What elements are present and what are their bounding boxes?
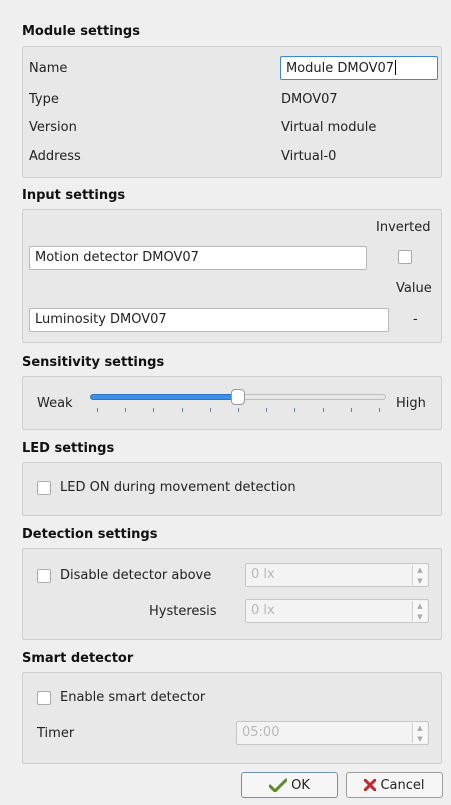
- led-settings-title: LED settings: [22, 441, 115, 456]
- module-name-value: Module DMOV07: [286, 61, 395, 76]
- slider-fill: [90, 394, 238, 400]
- ok-button-label: OK: [291, 777, 310, 793]
- led-checkbox[interactable]: [37, 481, 51, 495]
- sensitivity-weak-label: Weak: [37, 396, 73, 411]
- slider-handle[interactable]: [231, 389, 245, 405]
- input-settings-title: Input settings: [22, 188, 126, 203]
- module-settings-title: Module settings: [22, 24, 140, 39]
- motion-detector-value: Motion detector DMOV07: [35, 250, 199, 265]
- led-checkbox-label[interactable]: LED ON during movement detection: [60, 480, 296, 495]
- slider-tick: [323, 408, 324, 412]
- disable-detector-label[interactable]: Disable detector above: [60, 568, 211, 583]
- name-label: Name: [29, 61, 68, 76]
- motion-detector-input[interactable]: Motion detector DMOV07: [29, 246, 367, 270]
- spin-arrows[interactable]: ▲ ▼: [412, 565, 427, 585]
- cancel-button-label: Cancel: [380, 777, 425, 793]
- ok-button[interactable]: OK: [241, 772, 338, 798]
- hysteresis-value: 0 lx: [251, 603, 275, 618]
- luminosity-value: Luminosity DMOV07: [35, 312, 167, 327]
- spin-down-icon[interactable]: ▼: [413, 612, 427, 622]
- hysteresis-label: Hysteresis: [149, 604, 217, 619]
- timer-label: Timer: [37, 726, 75, 741]
- version-value: Virtual module: [281, 120, 377, 135]
- address-label: Address: [29, 149, 81, 164]
- slider-tick: [351, 408, 352, 412]
- cancel-x-icon: [364, 779, 377, 791]
- spin-up-icon[interactable]: ▲: [413, 565, 427, 575]
- cancel-button[interactable]: Cancel: [346, 772, 443, 798]
- smart-detector-checkbox[interactable]: [37, 691, 51, 705]
- ok-check-icon: [269, 778, 288, 792]
- spin-arrows[interactable]: ▲ ▼: [412, 723, 427, 743]
- timer-spinbox[interactable]: 05:00 ▲ ▼: [236, 721, 429, 745]
- value-label: Value: [396, 281, 432, 296]
- disable-detector-checkbox[interactable]: [37, 569, 51, 583]
- disable-threshold-value: 0 lx: [251, 567, 275, 582]
- smart-detector-group: [22, 672, 442, 764]
- slider-tick: [153, 408, 154, 412]
- version-label: Version: [29, 120, 77, 135]
- detection-settings-title: Detection settings: [22, 527, 158, 542]
- smart-detector-title: Smart detector: [22, 651, 134, 666]
- slider-tick: [266, 408, 267, 412]
- address-value: Virtual-0: [281, 149, 337, 164]
- spin-down-icon[interactable]: ▼: [413, 576, 427, 586]
- module-name-input[interactable]: Module DMOV07: [280, 56, 438, 80]
- spin-up-icon[interactable]: ▲: [413, 601, 427, 611]
- spin-up-icon[interactable]: ▲: [413, 723, 427, 733]
- slider-tick: [379, 408, 380, 412]
- luminosity-input[interactable]: Luminosity DMOV07: [29, 308, 389, 332]
- type-value: DMOV07: [281, 92, 338, 107]
- type-label: Type: [29, 92, 59, 107]
- sensitivity-slider[interactable]: [90, 388, 386, 418]
- inverted-checkbox[interactable]: [398, 250, 412, 264]
- detection-settings-group: [22, 548, 442, 640]
- sensitivity-high-label: High: [396, 396, 426, 411]
- slider-tick: [294, 408, 295, 412]
- disable-threshold-spinbox[interactable]: 0 lx ▲ ▼: [245, 563, 429, 587]
- slider-tick: [182, 408, 183, 412]
- spin-down-icon[interactable]: ▼: [413, 734, 427, 744]
- slider-tick: [210, 408, 211, 412]
- spin-arrows[interactable]: ▲ ▼: [412, 601, 427, 621]
- inverted-label: Inverted: [376, 220, 431, 235]
- luminosity-reading: -: [413, 312, 418, 327]
- text-caret: [395, 60, 397, 75]
- slider-tick: [125, 408, 126, 412]
- sensitivity-settings-title: Sensitivity settings: [22, 355, 165, 370]
- smart-detector-label[interactable]: Enable smart detector: [60, 690, 205, 705]
- hysteresis-spinbox[interactable]: 0 lx ▲ ▼: [245, 599, 429, 623]
- slider-tick: [97, 408, 98, 412]
- slider-tick: [238, 408, 239, 412]
- timer-value: 05:00: [242, 725, 280, 740]
